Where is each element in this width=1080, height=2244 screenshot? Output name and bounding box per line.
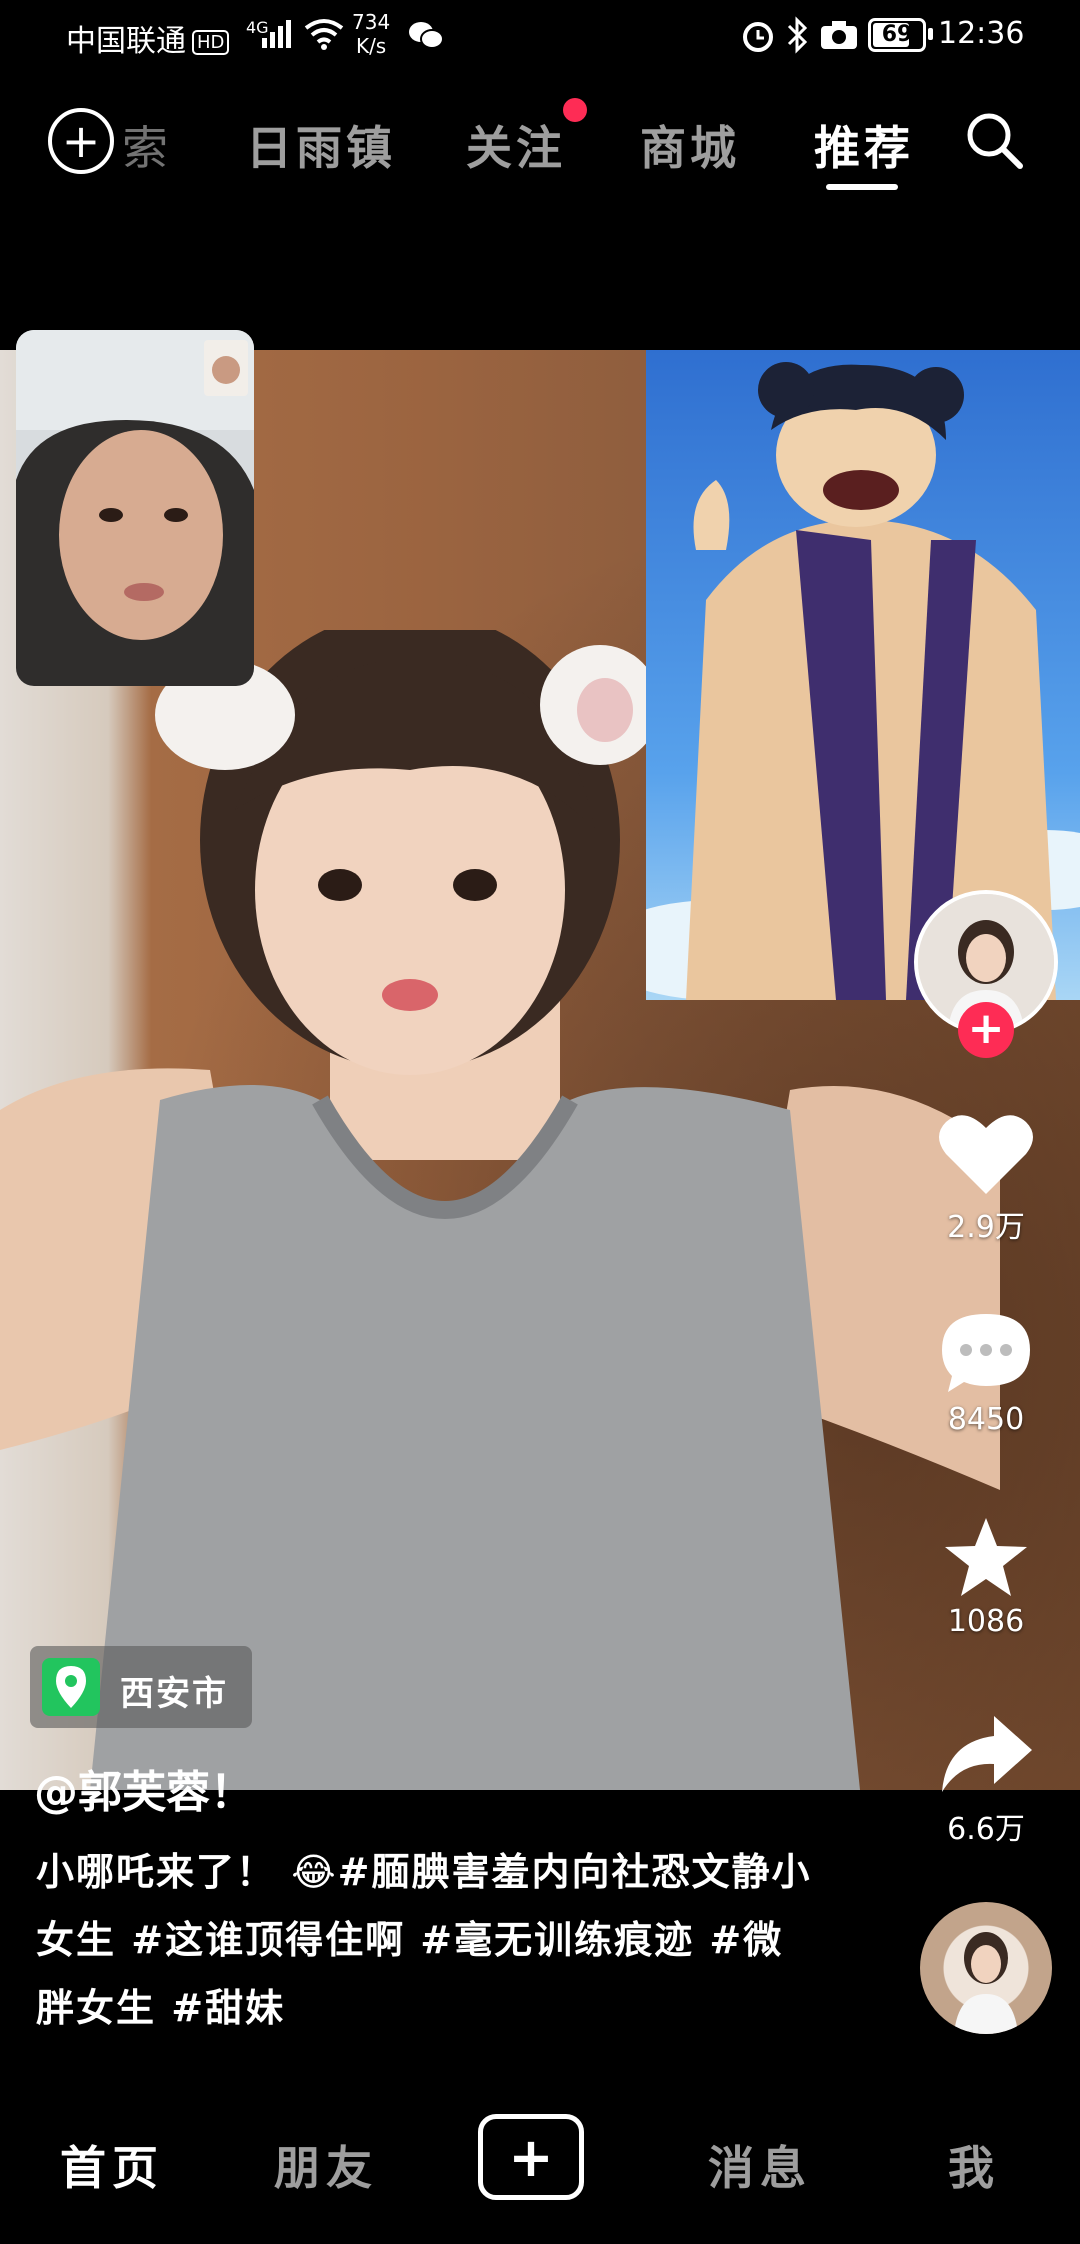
video-caption[interactable]: 小哪吒来了！ 😂#腼腆害羞内向社恐文静小女生 #这谁顶得住啊 #毫无训练痕迹 #… (36, 1838, 816, 2042)
carrier-name: 中国联通 (66, 24, 186, 59)
tab-recommended[interactable]: 推荐 (814, 112, 914, 178)
like-count: 2.9万 (947, 1210, 1025, 1245)
create-icon[interactable]: + (478, 2114, 584, 2200)
nav-friends[interactable]: 朋友 (274, 2132, 378, 2198)
comment-button[interactable]: 8450 (926, 1310, 1046, 1437)
tab-ghost: 索 (122, 121, 168, 175)
heart-icon (939, 1115, 1033, 1194)
bluetooth-icon (787, 16, 808, 54)
comment-count: 8450 (947, 1402, 1025, 1437)
net-speed-unit: K/s (355, 34, 387, 58)
clock: 12:36 (938, 16, 1025, 51)
location-label: 西安市 (120, 1674, 228, 1714)
search-icon[interactable] (964, 110, 1024, 170)
share-button[interactable]: 6.6万 (926, 1712, 1046, 1848)
bottom-nav: 首页 朋友 + 消息 我 (0, 2060, 1080, 2244)
author-name[interactable]: @郭芙蓉！ (34, 1756, 254, 1820)
carrier-label: 中国联通 HD (66, 16, 230, 60)
wifi-icon (304, 19, 344, 50)
net-speed: 734 K/s (352, 10, 390, 58)
add-icon[interactable]: + (48, 108, 114, 174)
nav-me[interactable]: 我 (948, 2132, 1000, 2198)
tab-following[interactable]: 关注 (466, 112, 566, 178)
pip-camera-window[interactable] (16, 330, 254, 686)
net-speed-value: 734 (352, 10, 391, 34)
alarm-icon (743, 22, 773, 52)
battery-icon: 69 (868, 18, 926, 52)
favorite-count: 1086 (947, 1604, 1025, 1639)
like-button[interactable]: 2.9万 (926, 1110, 1046, 1246)
hd-badge: HD (192, 30, 230, 55)
active-tab-indicator (826, 184, 898, 190)
follow-button[interactable]: + (958, 1002, 1014, 1058)
tab-mall[interactable]: 商城 (640, 112, 740, 178)
star-icon (945, 1518, 1027, 1596)
tab-riyuzhen[interactable]: 日雨镇 (246, 112, 396, 178)
signal-icon (262, 20, 291, 48)
location-tag[interactable]: 西安市 (30, 1646, 252, 1728)
battery-percent: 69 (881, 22, 913, 47)
nav-messages[interactable]: 消息 (708, 2132, 812, 2198)
share-icon (942, 1716, 1032, 1792)
camera-icon (821, 21, 857, 49)
music-disc[interactable] (920, 1902, 1052, 2034)
top-nav: + 索 日雨镇 关注 商城 推荐 (0, 72, 1080, 212)
battery-tip (928, 28, 933, 40)
nav-home[interactable]: 首页 (60, 2132, 164, 2198)
status-bar: 中国联通 HD 4G 734 K/s 69 12:36 (0, 0, 1080, 72)
following-notification-dot (563, 98, 587, 122)
wechat-icon (409, 22, 444, 49)
comment-icon (942, 1314, 1030, 1392)
location-pin-icon (42, 1658, 100, 1716)
share-count: 6.6万 (947, 1812, 1025, 1847)
favorite-button[interactable]: 1086 (926, 1516, 1046, 1639)
